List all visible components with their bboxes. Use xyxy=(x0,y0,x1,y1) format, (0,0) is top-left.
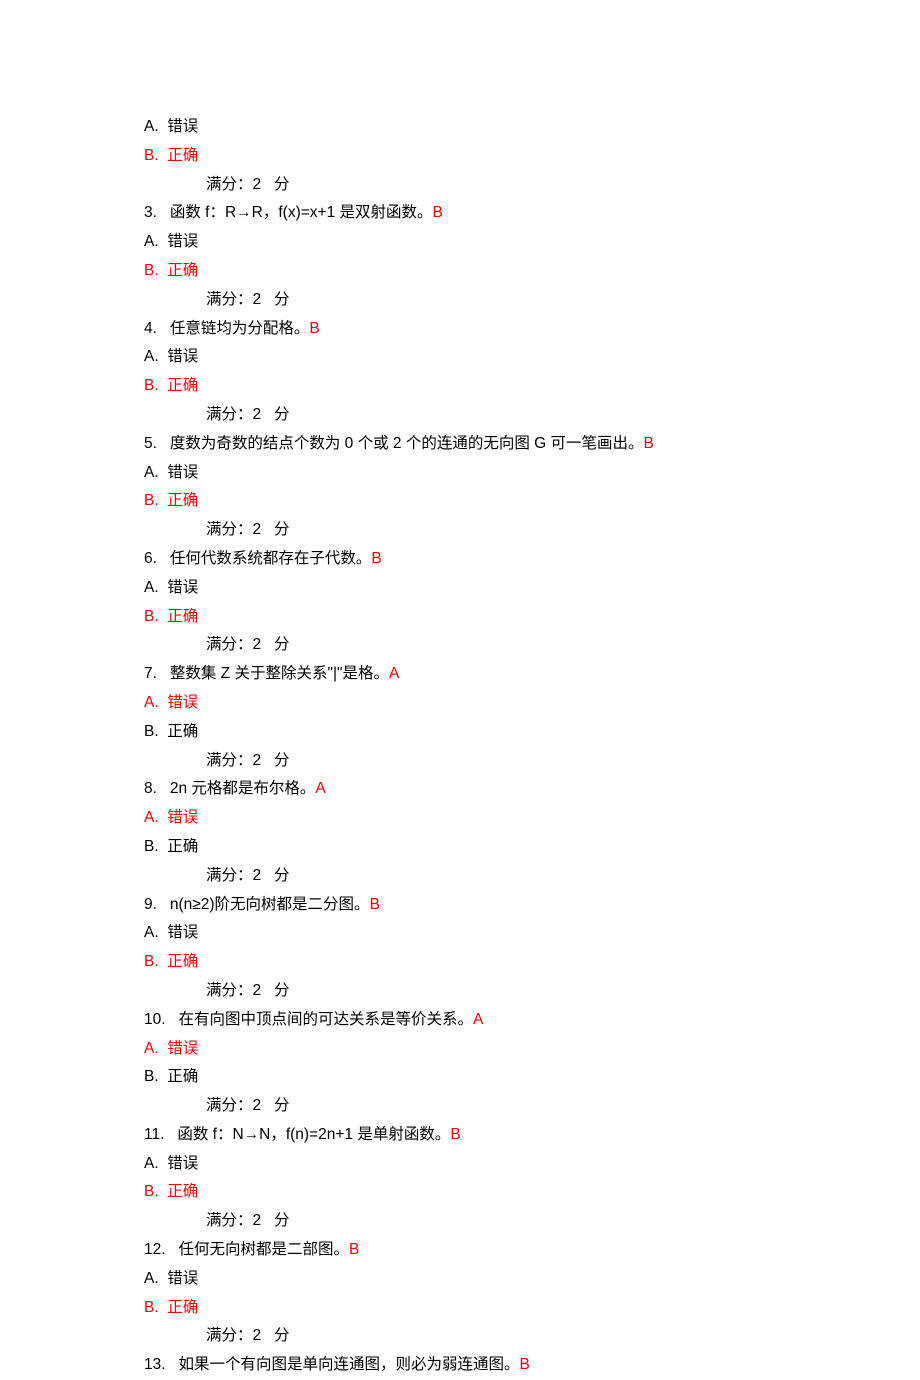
answer-key: B xyxy=(371,550,381,567)
question-stem: 5. 度数为奇数的结点个数为 0 个或 2 个的连通的无向图 G 可一笔画出。B xyxy=(144,430,844,459)
option-a: A. 错误 xyxy=(144,228,844,257)
option-a: A. 错误 xyxy=(144,343,844,372)
option-a: A. 错误 xyxy=(144,574,844,603)
score-line: 满分：2 分 xyxy=(144,1322,844,1351)
answer-key: A xyxy=(389,665,399,682)
question-number: 6. xyxy=(144,550,170,567)
question-stem: 13. 如果一个有向图是单向连通图，则必为弱连通图。B xyxy=(144,1351,844,1380)
score-line: 满分：2 分 xyxy=(144,1092,844,1121)
answer-key: B xyxy=(519,1356,529,1373)
score-line: 满分：2 分 xyxy=(144,516,844,545)
question-text: 2n 元格都是布尔格。 xyxy=(170,780,316,797)
answer-key: B xyxy=(370,896,380,913)
question-number: 3. xyxy=(144,204,170,221)
answer-key: B xyxy=(433,204,443,221)
option-b: B. 正确 xyxy=(144,372,844,401)
option-b: B. 正确 xyxy=(144,257,844,286)
question-stem: 6. 任何代数系统都存在子代数。B xyxy=(144,545,844,574)
question-number: 8. xyxy=(144,780,170,797)
question-stem: 10. 在有向图中顶点间的可达关系是等价关系。A xyxy=(144,1006,844,1035)
option-a: A. 错误 xyxy=(144,113,844,142)
answer-key: B xyxy=(450,1126,460,1143)
question-text: 函数 f：N→N，f(n)=2n+1 是单射函数。 xyxy=(177,1126,450,1143)
question-text: n(n≥2)阶无向树都是二分图。 xyxy=(170,896,370,913)
answer-key: A xyxy=(473,1011,483,1028)
question-text: 整数集 Z 关于整除关系"|"是格。 xyxy=(170,665,389,682)
question-text: 任何无向树都是二部图。 xyxy=(178,1241,349,1258)
option-a: A. 错误 xyxy=(144,689,844,718)
option-b: B. 正确 xyxy=(144,718,844,747)
answer-key: B xyxy=(644,435,654,452)
question-number: 12. xyxy=(144,1241,178,1258)
question-number: 4. xyxy=(144,320,170,337)
question-text: 在有向图中顶点间的可达关系是等价关系。 xyxy=(178,1011,473,1028)
question-stem: 12. 任何无向树都是二部图。B xyxy=(144,1236,844,1265)
option-a: A. 错误 xyxy=(144,919,844,948)
option-a: A. 错误 xyxy=(144,459,844,488)
option-a: A. 错误 xyxy=(144,804,844,833)
question-stem: 7. 整数集 Z 关于整除关系"|"是格。A xyxy=(144,660,844,689)
score-line: 满分：2 分 xyxy=(144,1207,844,1236)
score-line: 满分：2 分 xyxy=(144,747,844,776)
question-number: 13. xyxy=(144,1356,178,1373)
question-text: 任何代数系统都存在子代数。 xyxy=(170,550,372,567)
option-a: A. 错误 xyxy=(144,1265,844,1294)
option-b: B. 正确 xyxy=(144,1063,844,1092)
question-number: 9. xyxy=(144,896,170,913)
question-number: 5. xyxy=(144,435,170,452)
question-stem: 3. 函数 f：R→R，f(x)=x+1 是双射函数。B xyxy=(144,199,844,228)
option-b: B. 正确 xyxy=(144,1178,844,1207)
question-list: 3. 函数 f：R→R，f(x)=x+1 是双射函数。BA. 错误B. 正确满分… xyxy=(144,199,844,1380)
score-line: 满分：2 分 xyxy=(144,401,844,430)
question-number: 11. xyxy=(144,1126,177,1143)
score-line: 满分：2 分 xyxy=(144,286,844,315)
question-text: 如果一个有向图是单向连通图，则必为弱连通图。 xyxy=(178,1356,519,1373)
question-text: 度数为奇数的结点个数为 0 个或 2 个的连通的无向图 G 可一笔画出。 xyxy=(170,435,644,452)
document-page: A. 错误 B. 正确 满分：2 分 3. 函数 f：R→R，f(x)=x+1 … xyxy=(0,0,844,1380)
answer-key: B xyxy=(309,320,319,337)
option-b: B. 正确 xyxy=(144,948,844,977)
question-stem: 9. n(n≥2)阶无向树都是二分图。B xyxy=(144,891,844,920)
question-stem: 4. 任意链均为分配格。B xyxy=(144,315,844,344)
option-b: B. 正确 xyxy=(144,487,844,516)
score-line: 满分：2 分 xyxy=(144,631,844,660)
question-stem: 11. 函数 f：N→N，f(n)=2n+1 是单射函数。B xyxy=(144,1121,844,1150)
option-b: B. 正确 xyxy=(144,833,844,862)
option-b: B. 正确 xyxy=(144,603,844,632)
question-number: 10. xyxy=(144,1011,178,1028)
score-line: 满分：2 分 xyxy=(144,977,844,1006)
score-line: 满分：2 分 xyxy=(144,862,844,891)
answer-key: B xyxy=(349,1241,359,1258)
option-a: A. 错误 xyxy=(144,1150,844,1179)
question-text: 任意链均为分配格。 xyxy=(170,320,310,337)
option-b: B. 正确 xyxy=(144,142,844,171)
answer-key: A xyxy=(315,780,325,797)
question-text: 函数 f：R→R，f(x)=x+1 是双射函数。 xyxy=(170,204,433,221)
question-stem: 8. 2n 元格都是布尔格。A xyxy=(144,775,844,804)
option-b: B. 正确 xyxy=(144,1294,844,1323)
score-line: 满分：2 分 xyxy=(144,171,844,200)
option-a: A. 错误 xyxy=(144,1035,844,1064)
question-number: 7. xyxy=(144,665,170,682)
